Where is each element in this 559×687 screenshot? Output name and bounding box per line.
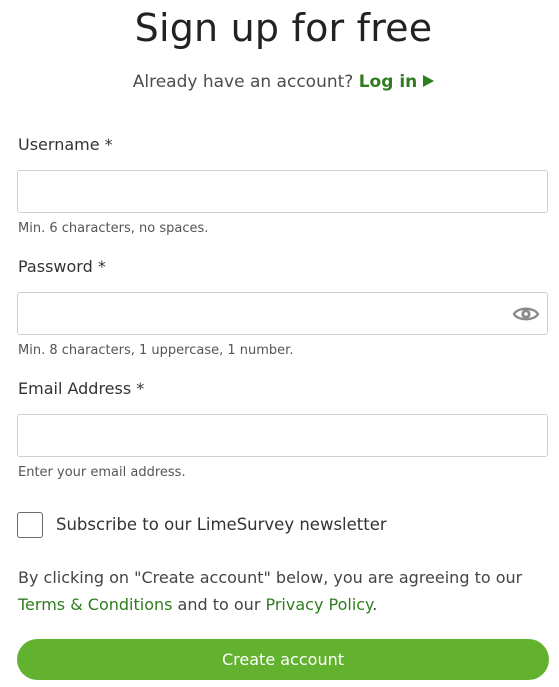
login-link[interactable]: Log in [359,72,435,92]
username-hint: Min. 6 characters, no spaces. [18,221,209,236]
terms-prefix: By clicking on "Create account" below, y… [18,568,523,587]
password-hint: Min. 8 characters, 1 uppercase, 1 number… [18,343,294,358]
username-input[interactable] [17,170,548,213]
terms-middle: and to our [177,595,261,614]
password-input[interactable] [17,292,548,335]
email-label: Email Address * [18,379,145,398]
privacy-link[interactable]: Privacy Policy [265,595,372,614]
login-prompt: Already have an account? Log in [0,72,559,92]
page-title: Sign up for free [134,6,433,50]
newsletter-checkbox[interactable] [17,512,43,538]
password-label: Password * [18,257,106,276]
email-hint: Enter your email address. [18,465,186,480]
create-account-button[interactable]: Create account [17,639,549,680]
terms-link[interactable]: Terms & Conditions [18,595,172,614]
login-prompt-text: Already have an account? [132,72,354,92]
username-label: Username * [18,135,113,154]
newsletter-label[interactable]: Subscribe to our LimeSurvey newsletter [56,515,387,534]
login-link-label[interactable]: Log in [359,72,418,92]
terms-suffix: . [372,595,378,614]
email-input[interactable] [17,414,548,457]
terms-notice: By clicking on "Create account" below, y… [18,564,553,618]
eye-icon[interactable] [512,303,540,325]
play-arrow-icon [423,75,435,87]
